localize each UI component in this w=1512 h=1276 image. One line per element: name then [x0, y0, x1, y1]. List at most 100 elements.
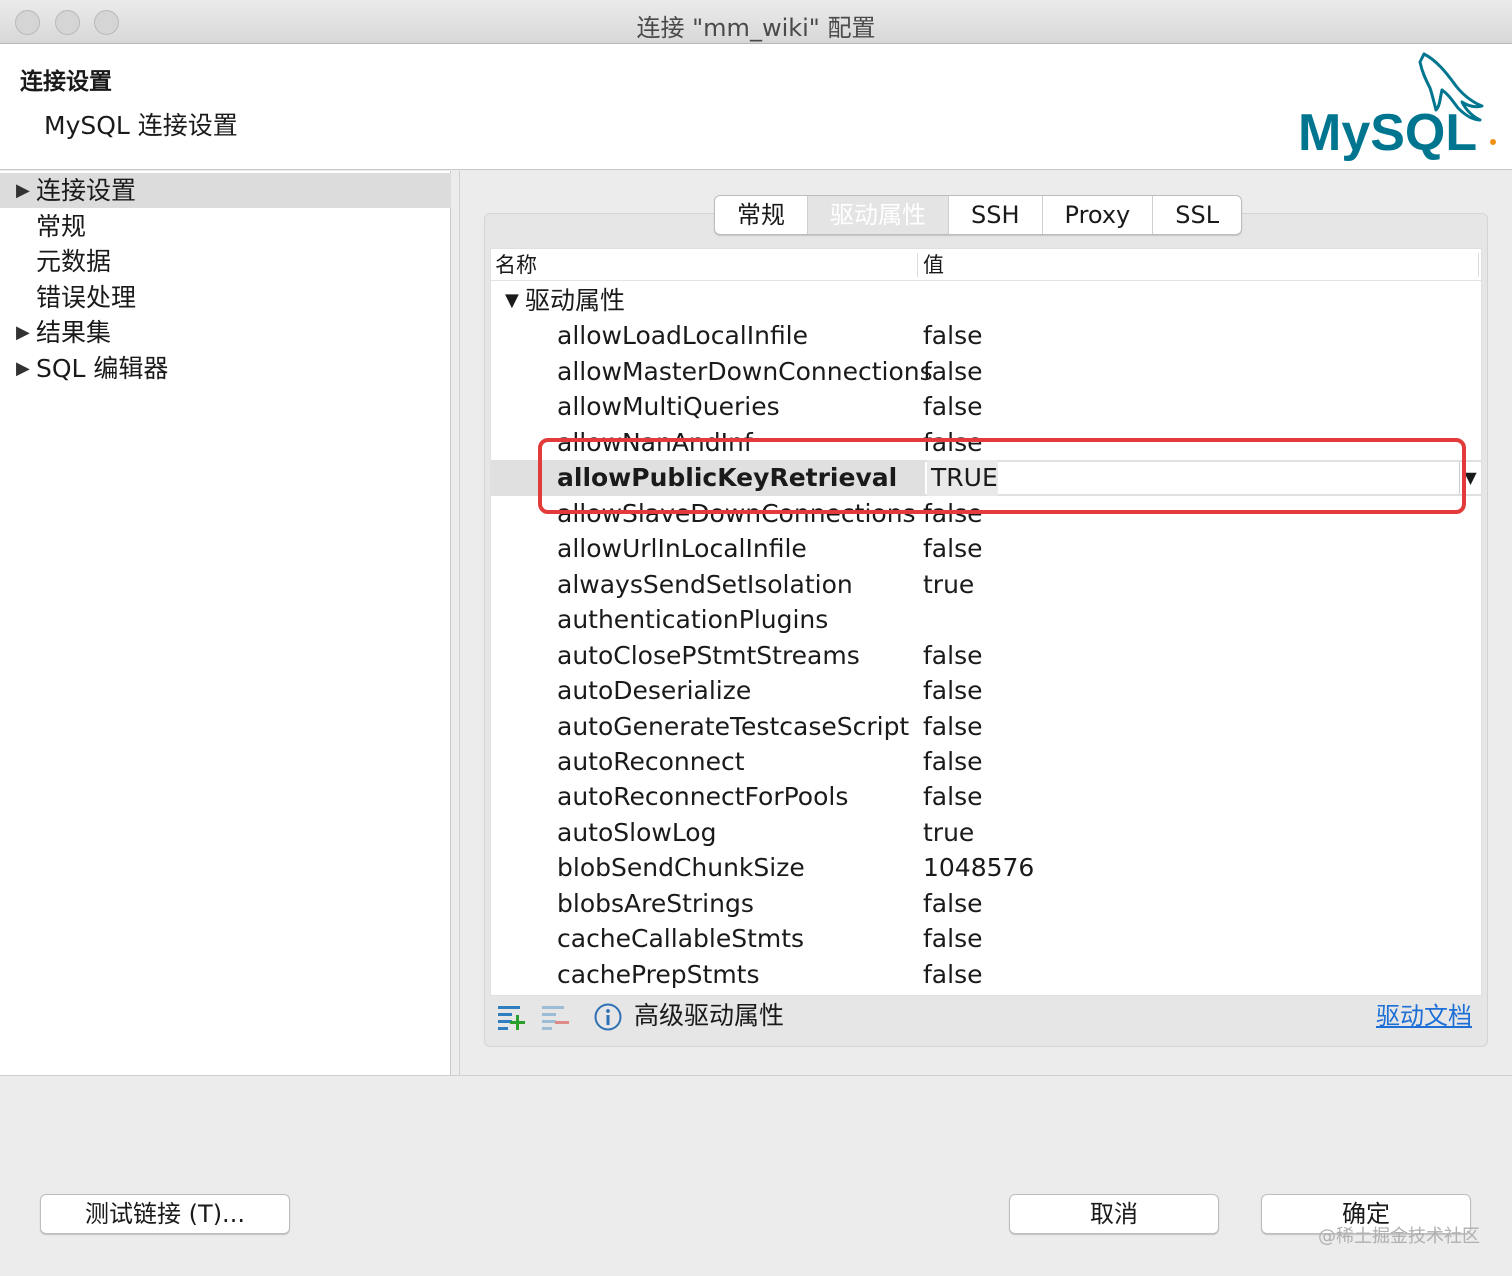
sidebar-item-error-handling[interactable]: 错误处理	[0, 280, 451, 315]
column-header-name[interactable]: 名称	[495, 249, 537, 281]
property-name: allowMasterDownConnections	[557, 357, 933, 386]
table-row[interactable]: authenticationPlugins	[491, 602, 1481, 638]
table-row[interactable]: blobsAreStrings false	[491, 886, 1481, 922]
sidebar-item-label: 连接设置	[36, 176, 137, 205]
sidebar-item-general[interactable]: 常规	[0, 209, 451, 244]
divider	[0, 1075, 1512, 1076]
sidebar-item-connection-settings[interactable]: ▶ 连接设置	[0, 173, 451, 208]
expand-arrow-icon[interactable]: ▶	[16, 351, 30, 386]
property-name: allowLoadLocalInfile	[557, 321, 809, 350]
watermark: @稀土掘金技术社区	[1318, 1226, 1480, 1247]
property-name: blobsAreStrings	[557, 889, 754, 918]
property-value[interactable]: false	[923, 779, 982, 815]
properties-toolbar: 高级驱动属性 驱动文档	[490, 996, 1482, 1038]
table-row[interactable]: allowMultiQueries false	[491, 389, 1481, 425]
table-row[interactable]: autoGenerateTestcaseScript false	[491, 709, 1481, 745]
property-name: allowMultiQueries	[557, 392, 780, 421]
test-connection-button[interactable]: 测试链接 (T)...	[40, 1194, 290, 1234]
table-row[interactable]: allowNanAndInf false	[491, 425, 1481, 461]
table-row[interactable]: cachePrepStmts false	[491, 957, 1481, 993]
tab-ssh[interactable]: SSH	[949, 196, 1043, 234]
property-value[interactable]: false	[923, 318, 982, 354]
property-name: allowSlaveDownConnections	[557, 499, 916, 528]
collapse-arrow-icon[interactable]: ▼	[505, 283, 519, 318]
column-divider[interactable]	[1478, 253, 1479, 277]
driver-docs-link[interactable]: 驱动文档	[1376, 999, 1472, 1033]
add-property-icon[interactable]	[496, 1002, 528, 1032]
property-value[interactable]: 1048576	[923, 850, 1034, 886]
sidebar-item-sql-editor[interactable]: ▶ SQL 编辑器	[0, 351, 451, 386]
mysql-logo: MySQL	[1298, 52, 1496, 162]
property-value[interactable]: false	[923, 886, 982, 922]
column-header-value[interactable]: 值	[923, 249, 944, 281]
property-value[interactable]: true	[923, 815, 974, 851]
property-value[interactable]: TRUE	[927, 460, 998, 496]
table-row-editing[interactable]: allowPublicKeyRetrieval TRUE ▼	[491, 460, 1481, 496]
table-row[interactable]: blobSendChunkSize 1048576	[491, 850, 1481, 886]
property-value[interactable]: false	[923, 354, 982, 390]
property-value[interactable]: false	[923, 709, 982, 745]
property-value-editor[interactable]	[925, 462, 1459, 494]
table-row[interactable]: allowMasterDownConnections false	[491, 354, 1481, 390]
sidebar-item-label: 元数据	[36, 247, 112, 276]
advanced-properties-label: 高级驱动属性	[634, 1001, 785, 1030]
sidebar-item-result-sets[interactable]: ▶ 结果集	[0, 315, 451, 350]
svg-text:MySQL: MySQL	[1298, 104, 1477, 162]
property-name: allowUrlInLocalInfile	[557, 534, 807, 563]
property-name: autoReconnectForPools	[557, 782, 849, 811]
property-name: cachePrepStmts	[557, 960, 760, 989]
property-name: autoGenerateTestcaseScript	[557, 712, 910, 741]
table-row[interactable]: autoDeserialize false	[491, 673, 1481, 709]
table-header: 名称 值	[491, 249, 1481, 281]
table-row[interactable]: allowLoadLocalInfile false	[491, 318, 1481, 354]
property-name: authenticationPlugins	[557, 605, 829, 634]
property-value[interactable]: false	[923, 744, 982, 780]
property-group-label: 驱动属性	[525, 286, 626, 315]
table-row[interactable]: autoSlowLog true	[491, 815, 1481, 851]
table-row[interactable]: allowSlaveDownConnections false	[491, 496, 1481, 532]
property-value[interactable]: true	[923, 567, 974, 603]
tab-general[interactable]: 常规	[715, 196, 808, 234]
tab-ssl[interactable]: SSL	[1153, 196, 1241, 234]
property-value[interactable]: false	[923, 921, 982, 957]
table-row[interactable]: autoReconnect false	[491, 744, 1481, 780]
sidebar-splitter[interactable]	[452, 171, 460, 1075]
property-name: autoSlowLog	[557, 818, 717, 847]
property-name: autoReconnect	[557, 747, 745, 776]
dropdown-arrow-icon[interactable]: ▼	[1459, 462, 1481, 494]
table-row[interactable]: alwaysSendSetIsolation true	[491, 567, 1481, 603]
property-value[interactable]: false	[923, 425, 982, 461]
property-name: allowPublicKeyRetrieval	[557, 463, 898, 492]
property-name: autoClosePStmtStreams	[557, 641, 860, 670]
header-subtitle: MySQL 连接设置	[44, 111, 238, 140]
tab-driver-properties[interactable]: 驱动属性	[808, 196, 949, 234]
cancel-button[interactable]: 取消	[1009, 1194, 1219, 1234]
property-value[interactable]: false	[923, 496, 982, 532]
column-divider[interactable]	[917, 253, 918, 277]
settings-sidebar: ▶ 连接设置 常规 元数据 错误处理 ▶ 结果集 ▶ SQL 编辑器	[0, 171, 451, 1075]
tab-proxy[interactable]: Proxy	[1043, 196, 1154, 234]
property-value[interactable]: false	[923, 389, 982, 425]
property-name: cacheCallableStmts	[557, 924, 805, 953]
sidebar-item-label: SQL 编辑器	[36, 354, 169, 383]
window-title: 连接 "mm_wiki" 配置	[636, 14, 876, 42]
header-title: 连接设置	[20, 69, 112, 95]
expand-arrow-icon[interactable]: ▶	[16, 173, 30, 208]
sidebar-item-label: 错误处理	[36, 283, 137, 312]
property-name: autoDeserialize	[557, 676, 752, 705]
table-row[interactable]: autoReconnectForPools false	[491, 779, 1481, 815]
expand-arrow-icon[interactable]: ▶	[16, 315, 30, 350]
table-row[interactable]: autoClosePStmtStreams false	[491, 638, 1481, 674]
sidebar-item-metadata[interactable]: 元数据	[0, 244, 451, 279]
property-value[interactable]: false	[923, 673, 982, 709]
settings-tabs: 常规 驱动属性 SSH Proxy SSL	[714, 195, 1243, 235]
sidebar-item-label: 常规	[36, 212, 87, 241]
table-row[interactable]: allowUrlInLocalInfile false	[491, 531, 1481, 567]
property-value[interactable]: false	[923, 531, 982, 567]
remove-property-icon[interactable]	[540, 1002, 572, 1032]
dialog-header: 连接设置 MySQL 连接设置 MySQL	[0, 44, 1512, 170]
property-value[interactable]: false	[923, 638, 982, 674]
table-row[interactable]: cacheCallableStmts false	[491, 921, 1481, 957]
property-value[interactable]: false	[923, 957, 982, 993]
info-icon	[594, 1003, 622, 1031]
